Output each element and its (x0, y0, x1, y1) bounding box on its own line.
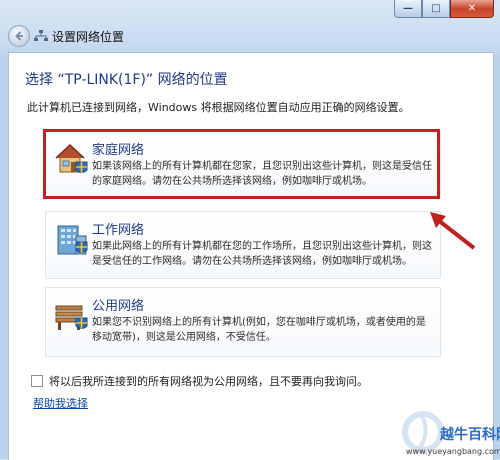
treat-all-public-row: 将以后我所连接到的所有网络视为公用网络，且不要再向我询问。 (31, 373, 368, 389)
public-network-option[interactable]: 公用网络 如果您不识别网络上的所有计算机(例如，您在咖啡厅或机场，或者使用的是移… (45, 287, 441, 357)
back-button[interactable] (8, 25, 30, 47)
navigation-bar: 设置网络位置 (0, 22, 500, 52)
public-network-title: 公用网络 (92, 299, 145, 314)
title-bar: — □ ✕ (0, 0, 500, 22)
work-network-description: 如果此网络上的所有计算机都在您的工作场所，且您识别出这些计算机，则这是受信任的工… (92, 241, 432, 267)
treat-all-public-label: 将以后我所连接到的所有网络视为公用网络，且不要再向我询问。 (49, 375, 368, 388)
work-network-option[interactable]: 工作网络 如果此网络上的所有计算机都在您的工作场所，且您识别出这些计算机，则这是… (45, 211, 441, 279)
minimize-button[interactable]: — (394, 0, 422, 18)
page-description: 此计算机已连接到网络，Windows 将根据网络位置自动应用正确的网络设置。 (27, 101, 410, 114)
page-heading: 选择 “TP-LINK(1F)” 网络的位置 (25, 72, 228, 88)
close-button[interactable]: ✕ (450, 0, 494, 18)
public-network-description: 如果您不识别网络上的所有计算机(例如，您在咖啡厅或机场，或者使用的是移动宽带)，… (92, 317, 426, 343)
window-title: 设置网络位置 (52, 30, 125, 44)
network-icon (34, 30, 48, 41)
public-network-icon (55, 305, 88, 330)
treat-all-public-checkbox[interactable] (31, 375, 43, 387)
watermark-text: 越牛百科网 (440, 427, 500, 443)
highlight-box (43, 129, 440, 199)
window-controls: — □ ✕ (394, 0, 494, 18)
work-network-icon (57, 225, 88, 255)
work-network-title: 工作网络 (92, 223, 145, 238)
back-arrow-icon (15, 31, 23, 41)
watermark-url: www.yueyangbang.com (406, 447, 500, 456)
help-me-choose-link[interactable]: 帮助我选择 (33, 395, 88, 411)
window-frame: — □ ✕ 设置网络位置 选择 “TP-LINK(1F)” 网络的位置 此计算机… (0, 0, 500, 460)
maximize-button[interactable]: □ (422, 0, 450, 18)
annotation-arrow-icon (430, 212, 476, 250)
